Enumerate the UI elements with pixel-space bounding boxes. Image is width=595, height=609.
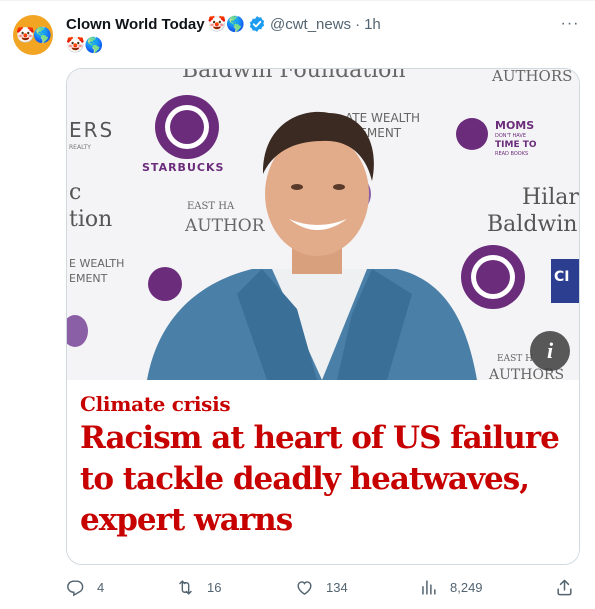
backdrop-wealth-left: E WEALTH bbox=[69, 257, 124, 270]
like-count: 134 bbox=[326, 579, 348, 595]
views-chart-icon bbox=[422, 579, 436, 595]
moms-logo-icon bbox=[148, 267, 182, 301]
article-photo[interactable]: Baldwin Foundation AUTHORS ERS REALTY AT… bbox=[67, 69, 579, 380]
backdrop-hilari: Hilari bbox=[522, 185, 579, 210]
views-count: 8,249 bbox=[450, 579, 483, 595]
tweet-header: Clown World Today 🤡🌎 @cwt_news · 1h bbox=[66, 14, 381, 34]
backdrop-ement-left: EMENT bbox=[69, 272, 108, 285]
tweet-text: 🤡🌎 bbox=[66, 37, 104, 54]
retweet-button[interactable]: 16 bbox=[176, 576, 221, 598]
info-icon[interactable]: i bbox=[530, 331, 570, 371]
author-handle[interactable]: @cwt_news bbox=[270, 16, 351, 33]
author-emojis: 🤡🌎 bbox=[207, 16, 245, 33]
reply-button[interactable]: 4 bbox=[66, 576, 104, 598]
backdrop-tion: tion bbox=[69, 207, 112, 232]
moms-logo-icon bbox=[456, 118, 488, 150]
heart-icon bbox=[297, 580, 312, 595]
backdrop-east-ha: EAST HA bbox=[187, 201, 235, 212]
backdrop-ers: ERS bbox=[69, 118, 114, 142]
retweet-icon bbox=[179, 579, 192, 595]
avatar[interactable]: 🤡🌎 bbox=[13, 15, 53, 55]
backdrop-moms: MOMS bbox=[495, 119, 534, 132]
svg-text:DON'T HAVE: DON'T HAVE bbox=[495, 133, 526, 139]
backdrop-realty: REALTY bbox=[69, 144, 91, 151]
like-button[interactable]: 134 bbox=[295, 576, 348, 598]
backdrop-c: c bbox=[69, 180, 81, 205]
top-divider bbox=[0, 0, 595, 1]
timestamp[interactable]: 1h bbox=[364, 16, 381, 33]
more-options-icon[interactable]: ··· bbox=[559, 15, 581, 33]
backdrop-starbucks: STARBUCKS bbox=[142, 161, 224, 174]
backdrop-authors-mid: AUTHOR bbox=[184, 216, 266, 236]
backdrop-authors-top: AUTHORS bbox=[491, 69, 572, 85]
svg-text:READ BOOKS: READ BOOKS bbox=[495, 151, 528, 157]
share-button[interactable] bbox=[555, 576, 586, 598]
backdrop-east-bottom: EAST H bbox=[497, 354, 533, 364]
backdrop-foundation: Baldwin Foundation bbox=[182, 69, 406, 83]
separator-dot: · bbox=[355, 15, 361, 33]
media-card[interactable]: Baldwin Foundation AUTHORS ERS REALTY AT… bbox=[66, 68, 580, 565]
author-name[interactable]: Clown World Today bbox=[66, 16, 205, 33]
verified-badge-icon[interactable] bbox=[248, 15, 266, 33]
views-button[interactable]: 8,249 bbox=[419, 576, 483, 598]
article-kicker: Climate crisis bbox=[80, 392, 231, 416]
backdrop-baldwin: Baldwin bbox=[487, 212, 577, 237]
backdrop-ci: CI bbox=[554, 269, 569, 285]
article-headline: Racism at heart of US failure to tackle … bbox=[80, 420, 560, 538]
share-icon bbox=[557, 579, 572, 595]
reply-icon bbox=[67, 579, 84, 596]
svg-text:TIME TO: TIME TO bbox=[495, 140, 537, 150]
article-caption: Climate crisis Racism at heart of US fai… bbox=[67, 380, 579, 564]
reply-count: 4 bbox=[97, 579, 105, 595]
retweet-count: 16 bbox=[207, 579, 222, 595]
action-bar: 4 16 134 8,249 bbox=[66, 576, 580, 598]
